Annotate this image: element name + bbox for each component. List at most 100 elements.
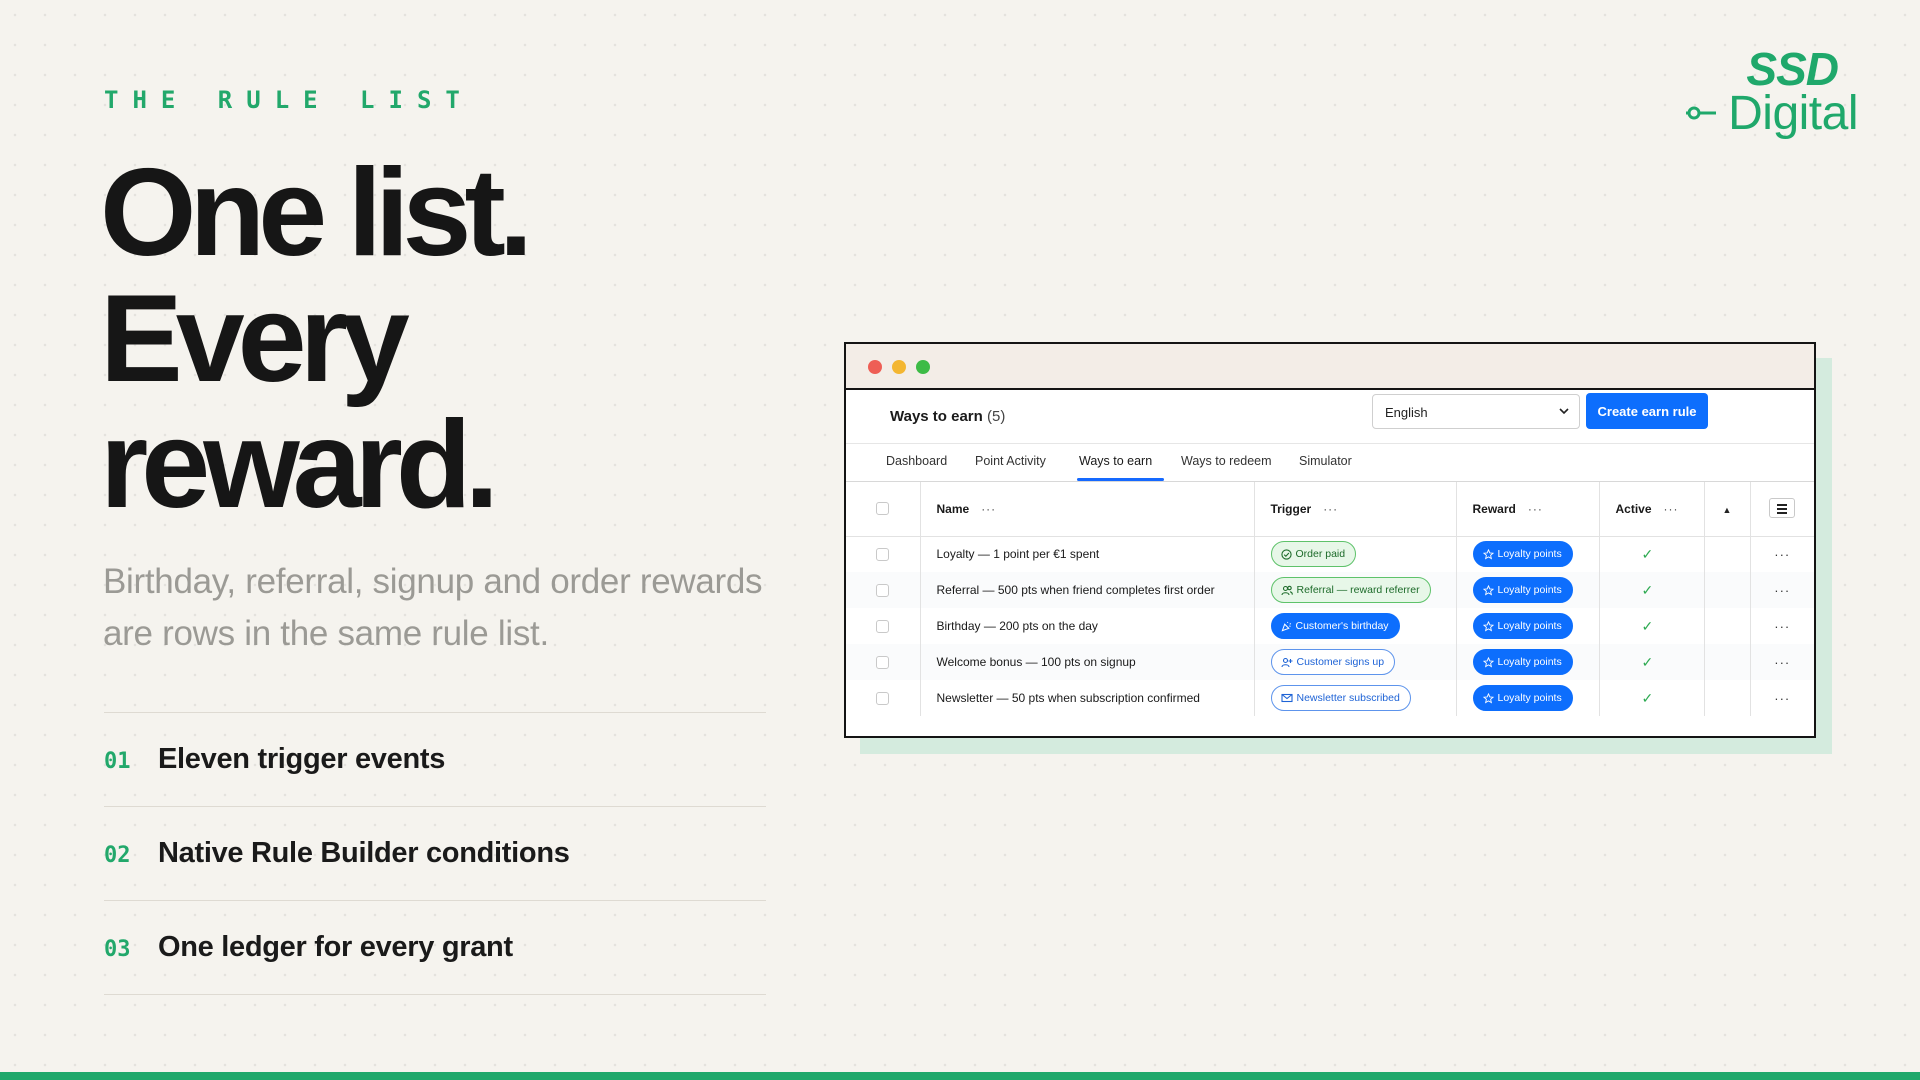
feature-number: 02	[104, 843, 131, 868]
column-header-reward[interactable]: Reward ···	[1456, 482, 1600, 537]
rule-name[interactable]: Loyalty — 1 point per €1 spent	[920, 536, 1255, 572]
table-row[interactable]: Referral — 500 pts when friend completes…	[846, 572, 1814, 608]
table-header-row: Name ··· Trigger ··· Reward ··· Active ··· ▲	[846, 482, 1814, 537]
row-checkbox-cell	[846, 644, 921, 680]
headline-line-2: Every	[100, 270, 410, 408]
column-options-icon[interactable]: ···	[1528, 502, 1543, 516]
column-settings-icon[interactable]	[1769, 498, 1796, 519]
window-titlebar	[846, 344, 1814, 390]
active-check-icon: ✓	[1599, 680, 1705, 716]
column-header-name[interactable]: Name ···	[920, 482, 1255, 537]
active-check-icon: ✓	[1599, 644, 1705, 680]
reward-badge: Loyalty points	[1472, 685, 1573, 711]
trigger-cell: Newsletter subscribed	[1254, 680, 1457, 716]
column-header-trigger[interactable]: Trigger ···	[1254, 482, 1457, 537]
trigger-cell: Order paid	[1254, 536, 1457, 572]
app-window: Ways to earn (5) English Create earn rul…	[844, 342, 1816, 738]
column-header-active[interactable]: Active ···	[1599, 482, 1705, 537]
row-checkbox[interactable]	[876, 547, 889, 561]
sort-column-cell: ▲	[1704, 482, 1751, 537]
column-options-icon[interactable]: ···	[1664, 502, 1679, 516]
plug-icon	[1686, 106, 1716, 120]
table-row[interactable]: Loyalty — 1 point per €1 spent Order pai…	[846, 536, 1814, 572]
rule-name[interactable]: Newsletter — 50 pts when subscription co…	[920, 680, 1255, 716]
trigger-badge: Newsletter subscribed	[1270, 685, 1411, 711]
trigger-badge: Customer signs up	[1270, 649, 1396, 675]
logo-wordmark-bottom: Digital	[1728, 87, 1858, 140]
tab-point-activity[interactable]: Point Activity	[975, 454, 1046, 468]
reward-cell: Loyalty points	[1456, 572, 1600, 608]
column-options-icon[interactable]: ···	[981, 502, 996, 516]
column-active-label: Active	[1615, 501, 1652, 516]
feature-text: One ledger for every grant	[158, 931, 513, 963]
maximize-window-dot[interactable]	[916, 360, 930, 374]
page-title-text: Ways to earn	[890, 408, 983, 425]
active-check-icon: ✓	[1599, 608, 1705, 644]
row-checkbox[interactable]	[876, 655, 889, 669]
rule-name[interactable]: Birthday — 200 pts on the day	[920, 608, 1255, 644]
select-all-checkbox[interactable]	[876, 502, 889, 516]
subtitle: Birthday, referral, signup and order rew…	[103, 562, 763, 653]
row-actions-icon[interactable]: ···	[1750, 536, 1814, 572]
sort-cell	[1704, 536, 1751, 572]
users-icon	[1280, 585, 1293, 595]
table-row[interactable]: Newsletter — 50 pts when subscription co…	[846, 680, 1814, 716]
trigger-badge: Referral — reward referrer	[1270, 577, 1431, 603]
ssd-digital-logo: SSD Digital	[1680, 44, 1860, 144]
mail-icon	[1280, 693, 1293, 703]
sort-cell	[1704, 608, 1751, 644]
column-trigger-label: Trigger	[1270, 501, 1312, 516]
tab-ways-to-redeem[interactable]: Ways to redeem	[1181, 454, 1272, 468]
table-row[interactable]: Birthday — 200 pts on the day Customer's…	[846, 608, 1814, 644]
row-checkbox-cell	[846, 608, 921, 644]
column-reward-label: Reward	[1472, 501, 1516, 516]
create-earn-rule-button[interactable]: Create earn rule	[1586, 393, 1708, 429]
row-actions-icon[interactable]: ···	[1750, 608, 1814, 644]
earn-rules-table: Name ··· Trigger ··· Reward ··· Active ··· ▲…	[846, 482, 1814, 716]
language-select[interactable]: English	[1372, 394, 1580, 429]
reward-cell: Loyalty points	[1456, 644, 1600, 680]
feature-item: 03 One ledger for every grant	[104, 901, 766, 995]
minimize-window-dot[interactable]	[892, 360, 906, 374]
bottom-accent-bar	[0, 1072, 1920, 1080]
active-check-icon: ✓	[1599, 572, 1705, 608]
reward-label: Loyalty points	[1497, 692, 1562, 704]
headline: One list. Every reward.	[100, 150, 820, 528]
row-checkbox-cell	[846, 572, 921, 608]
star-icon	[1482, 548, 1494, 560]
feature-item: 02 Native Rule Builder conditions	[104, 807, 766, 901]
row-checkbox-cell	[846, 536, 921, 572]
row-actions-icon[interactable]: ···	[1750, 680, 1814, 716]
column-options-icon[interactable]: ···	[1323, 502, 1338, 516]
table-row[interactable]: Welcome bonus — 100 pts on signup Custom…	[846, 644, 1814, 680]
trigger-label: Newsletter subscribed	[1296, 692, 1400, 704]
trigger-label: Order paid	[1295, 548, 1346, 561]
tab-bar: Dashboard Point Activity Ways to earn Wa…	[846, 444, 1814, 482]
close-window-dot[interactable]	[868, 360, 882, 374]
app-header: Ways to earn (5) English Create earn rul…	[846, 390, 1814, 444]
row-checkbox-cell	[846, 680, 921, 716]
rule-name[interactable]: Referral — 500 pts when friend completes…	[920, 572, 1255, 608]
row-checkbox[interactable]	[876, 691, 889, 705]
reward-badge: Loyalty points	[1472, 613, 1573, 639]
row-checkbox[interactable]	[876, 619, 889, 633]
column-settings-cell	[1750, 482, 1814, 537]
rule-name[interactable]: Welcome bonus — 100 pts on signup	[920, 644, 1255, 680]
page-title: Ways to earn (5)	[890, 408, 1005, 425]
sort-cell	[1704, 644, 1751, 680]
tab-dashboard[interactable]: Dashboard	[886, 454, 947, 468]
row-checkbox[interactable]	[876, 583, 889, 597]
sort-up-icon[interactable]: ▲	[1723, 505, 1732, 515]
reward-label: Loyalty points	[1497, 620, 1562, 632]
column-name-label: Name	[936, 501, 970, 516]
reward-cell: Loyalty points	[1456, 608, 1600, 644]
feature-list: 01 Eleven trigger events 02 Native Rule …	[104, 712, 766, 995]
row-actions-icon[interactable]: ···	[1750, 572, 1814, 608]
row-actions-icon[interactable]: ···	[1750, 644, 1814, 680]
tab-simulator[interactable]: Simulator	[1299, 454, 1352, 468]
chevron-down-icon	[1559, 408, 1569, 415]
reward-badge: Loyalty points	[1472, 577, 1573, 603]
trigger-badge: Customer's birthday	[1270, 613, 1400, 639]
reward-label: Loyalty points	[1497, 656, 1562, 668]
tab-ways-to-earn[interactable]: Ways to earn	[1076, 454, 1165, 481]
